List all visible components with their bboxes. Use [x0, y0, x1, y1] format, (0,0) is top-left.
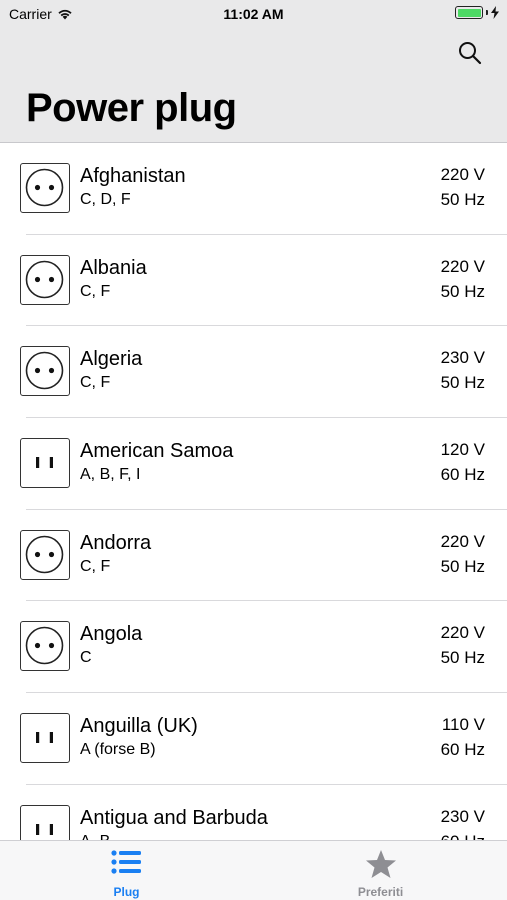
voltage-value: 230 V — [440, 806, 485, 826]
plug-types: C, F — [80, 282, 111, 300]
navigation-bar: Power plug — [0, 28, 507, 143]
app-screen: Carrier 11:02 AM Power plug Afghanistan … — [0, 0, 507, 900]
voltage-value: 220 V — [440, 623, 485, 643]
tab-bar: Plug Preferiti — [0, 840, 507, 900]
battery-indicator — [455, 6, 499, 19]
tab-preferiti[interactable]: Preferiti — [254, 841, 507, 900]
page-title: Power plug — [26, 86, 237, 130]
voltage-value: 220 V — [440, 256, 485, 276]
voltage-value: 120 V — [440, 440, 485, 460]
status-bar: Carrier 11:02 AM — [0, 0, 507, 28]
country-name: Algeria — [80, 348, 143, 371]
country-name: Antigua and Barbuda — [80, 806, 268, 829]
frequency-value: 50 Hz — [440, 556, 485, 576]
voltage-value: 110 V — [441, 715, 485, 735]
plug-types: C, D, F — [80, 191, 131, 208]
search-button[interactable] — [457, 40, 483, 66]
country-row[interactable]: Anguilla (UK) A (forse B) 110 V 60 Hz — [0, 693, 507, 785]
country-name: American Samoa — [80, 440, 234, 463]
frequency-value: 50 Hz — [440, 190, 485, 209]
round-socket-icon — [20, 621, 70, 672]
flat-socket-icon — [20, 438, 70, 489]
charging-bolt-icon — [491, 6, 499, 19]
plug-types: C, F — [80, 557, 111, 575]
frequency-value: 50 Hz — [440, 281, 485, 301]
round-socket-icon — [20, 254, 70, 305]
flat-socket-icon — [20, 713, 70, 764]
star-icon — [365, 850, 396, 878]
frequency-value: 60 Hz — [440, 465, 485, 485]
round-socket-icon — [20, 346, 70, 397]
country-name: Anguilla (UK) — [80, 715, 198, 738]
plug-types: A, B — [80, 833, 110, 840]
country-row[interactable]: Andorra C, F 220 V 50 Hz — [0, 510, 507, 602]
voltage-value: 220 V — [440, 531, 485, 551]
status-time: 11:02 AM — [223, 6, 284, 22]
frequency-value: 60 Hz — [440, 740, 485, 760]
country-row[interactable]: Afghanistan C, D, F 220 V 50 Hz — [0, 143, 507, 235]
country-row[interactable]: Albania C, F 220 V 50 Hz — [0, 235, 507, 327]
search-icon — [459, 42, 482, 65]
plug-types: C, F — [80, 374, 111, 392]
tab-plug[interactable]: Plug — [0, 841, 253, 900]
plug-types: A (forse B) — [80, 741, 156, 759]
country-name: Albania — [80, 256, 147, 279]
flat-socket-icon — [20, 804, 70, 840]
tab-plug-label: Plug — [113, 885, 140, 899]
country-row[interactable]: American Samoa A, B, F, I 120 V 60 Hz — [0, 418, 507, 510]
frequency-value: 50 Hz — [440, 648, 485, 668]
country-row[interactable]: Angola C 220 V 50 Hz — [0, 601, 507, 694]
battery-icon — [455, 6, 483, 19]
country-name: Andorra — [80, 531, 152, 554]
frequency-value: 60 Hz — [441, 832, 485, 840]
round-socket-icon — [20, 529, 70, 580]
tab-preferiti-label: Preferiti — [357, 885, 404, 899]
plug-types: A, B, F, I — [80, 466, 141, 484]
country-name: Angola — [80, 623, 143, 646]
list-icon — [110, 850, 141, 874]
round-socket-icon — [20, 163, 70, 213]
country-row[interactable]: Antigua and Barbuda A, B 230 V 60 Hz — [0, 785, 507, 840]
country-list[interactable]: Afghanistan C, D, F 220 V 50 Hz Albania C, F 2… — [0, 143, 507, 840]
plug-types: C — [80, 649, 92, 667]
frequency-value: 50 Hz — [440, 373, 485, 393]
voltage-value: 220 V — [440, 165, 485, 184]
voltage-value: 230 V — [440, 348, 485, 368]
country-row[interactable]: Algeria C, F 230 V 50 Hz — [0, 326, 507, 419]
country-name: Afghanistan — [80, 165, 186, 187]
